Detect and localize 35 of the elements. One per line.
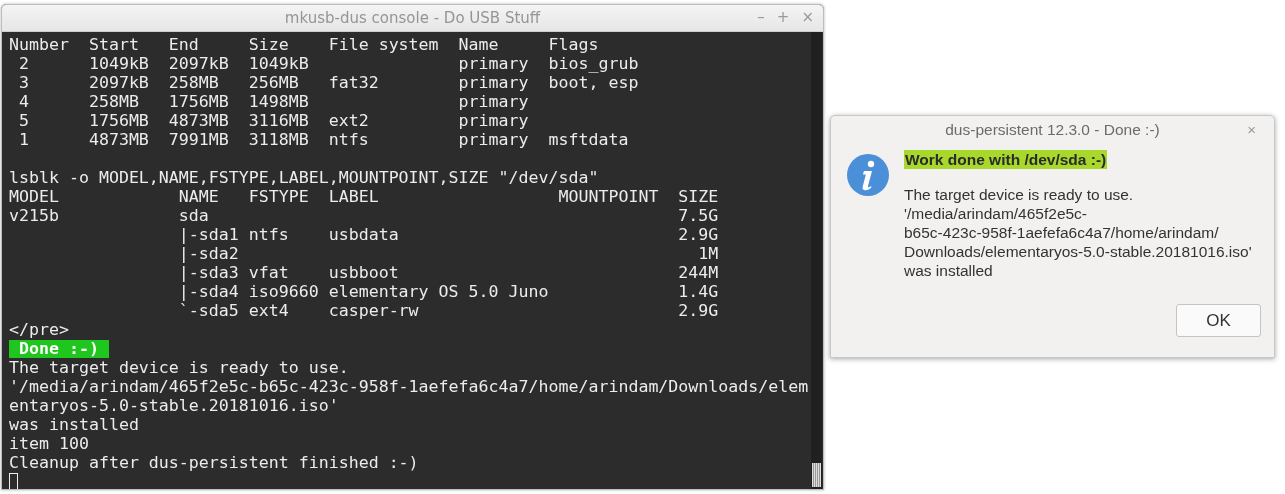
window-control[interactable]: – — [754, 8, 768, 26]
console-line: was installed — [9, 415, 139, 434]
console-line: |-sda3 vfat usbboot 244M — [177, 263, 719, 282]
dialog-title: dus-persistent 12.3.0 - Done :-) — [945, 121, 1160, 139]
console-line: lsblk -o MODEL,NAME,FSTYPE,LABEL,MOUNTPOINT,SIZE "/dev/sda" — [9, 168, 599, 187]
scroll-thumb[interactable] — [812, 463, 821, 487]
text-cursor — [9, 473, 18, 489]
console-line: |-sda1 ntfs usbdata 2.9G — [177, 225, 719, 244]
window-control[interactable]: + — [773, 8, 793, 26]
console-line: |-sda4 iso9660 elementary OS 5.0 Juno 1.4G — [177, 282, 719, 301]
message-heading: Work done with /dev/sda :-) — [904, 150, 1108, 169]
status-label: Done :-) — [9, 339, 109, 358]
console-line: '/media/arindam/465f2e5c-b65c-423c-958f-1aefefa6c4a7/home/arindam/Downloads/elem — [9, 377, 809, 396]
console-line: `-sda5 ext4 casper-rw 2.9G — [177, 301, 719, 320]
close-button[interactable]: × — [1247, 121, 1256, 138]
console-line: item 100 — [9, 434, 89, 453]
console-line: v215b sda 7.5G — [9, 206, 719, 225]
console-line: MODEL NAME FSTYPE LABEL MOUNTPOINT SIZE — [9, 187, 719, 206]
console-line: 2 1049kB 2097kB 1049kB primary bios_grub — [18, 54, 639, 73]
message-text: The target device is ready to use. '/media/arindam/465f2e5c- b65c-423c-958f-1aefefa6c4a7/home/arindam/ Downloads/elementaryos-5.0-stable.20181016.iso' was installed — [904, 185, 1252, 280]
console-line: Cleanup after dus-persistent finished :-) — [9, 453, 419, 472]
console-line: 5 1756MB 4873MB 3116MB ext2 primary — [18, 111, 529, 130]
window-title: mkusb-dus console - Do USB Stuff — [284, 9, 541, 27]
console-line: </pre> — [9, 320, 69, 339]
console-line: entaryos-5.0-stable.20181016.iso' — [9, 396, 339, 415]
ok-button[interactable]: OK — [1176, 304, 1261, 337]
console-line: 4 258MB 1756MB 1498MB primary — [18, 92, 529, 111]
console-line: The target device is ready to use. — [9, 358, 349, 377]
console-line: 1 4873MB 7991MB 3118MB ntfs primary msftdata — [18, 130, 629, 149]
info-icon — [846, 153, 890, 197]
scrollbar[interactable] — [811, 32, 822, 489]
window-control[interactable]: × — [798, 8, 817, 26]
console-line: Number Start End Size File system Name Flags — [9, 35, 599, 54]
console-line: |-sda2 1M — [177, 244, 719, 263]
console-line: 3 2097kB 258MB 256MB fat32 primary boot, esp — [18, 73, 639, 92]
